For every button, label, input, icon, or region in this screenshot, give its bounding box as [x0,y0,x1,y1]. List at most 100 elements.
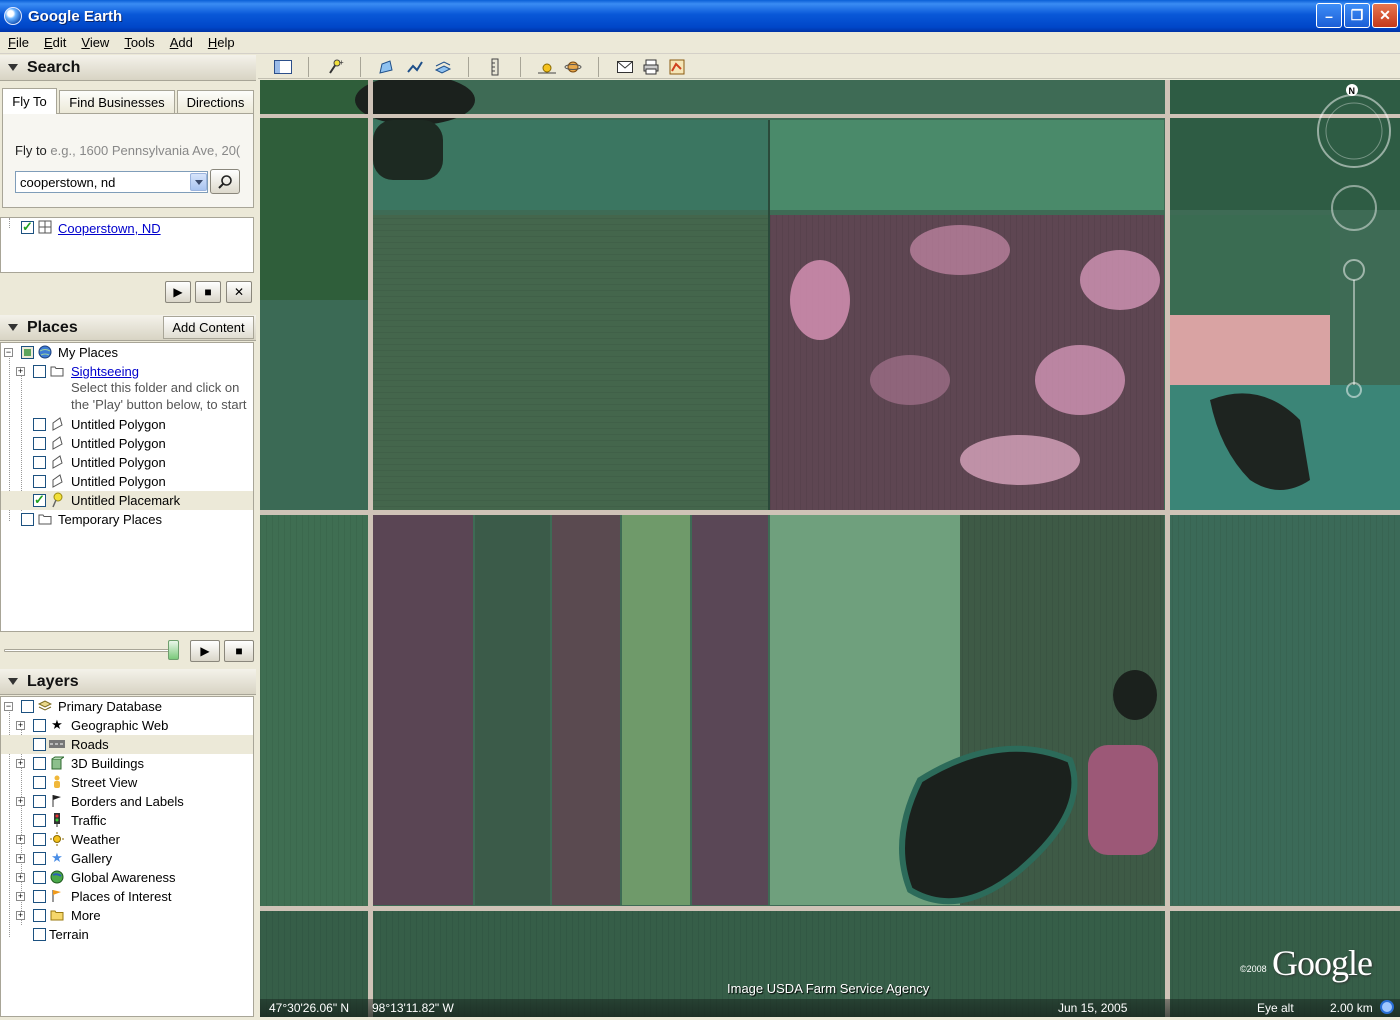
temporary-places-checkbox[interactable] [21,513,34,526]
tour-stop-button[interactable]: ■ [224,640,254,662]
print-icon[interactable] [642,58,660,76]
ruler-icon[interactable] [486,58,504,76]
layer-label: Global Awareness [71,870,176,885]
sightseeing-checkbox[interactable] [33,365,46,378]
layer-checkbox[interactable] [33,890,46,903]
result-checkbox[interactable] [21,219,34,235]
places-panel-header[interactable]: Places Add Content [0,315,256,341]
tree-item-primary-database[interactable]: − Primary Database [1,697,253,716]
chevron-down-icon[interactable] [190,173,207,191]
sunlight-icon[interactable] [538,58,556,76]
title-bar: Google Earth – ❐ ✕ [0,0,1400,32]
menu-file[interactable]: File [0,35,36,50]
tour-slider-thumb[interactable] [168,640,179,660]
placemark-label: Untitled Placemark [71,493,181,508]
close-button[interactable]: ✕ [1372,3,1398,28]
tree-item-layer[interactable]: + Places of Interest [1,887,253,906]
collapse-triangle-icon[interactable] [8,324,18,331]
result-link[interactable]: Cooperstown, ND [58,221,161,236]
my-places-checkbox[interactable] [21,346,34,359]
menu-view[interactable]: View [73,35,116,50]
play-button[interactable]: ▶ [165,281,191,303]
tree-item-layer[interactable]: Traffic [1,811,253,830]
stop-button[interactable]: ■ [195,281,221,303]
polygon-checkbox[interactable] [33,418,46,431]
places-panel-title: Places [27,318,78,336]
compass-icon[interactable]: N [1316,80,1400,410]
polygon-checkbox[interactable] [33,475,46,488]
polygon-icon [49,416,65,432]
search-results: Cooperstown, ND [0,217,254,273]
satellite-imagery[interactable] [260,80,1400,1017]
copyright-text: ©2008 [1240,964,1267,974]
minimize-button[interactable]: – [1316,3,1342,28]
maximize-button[interactable]: ❐ [1344,3,1370,28]
search-panel-header[interactable]: Search [0,55,256,81]
primary-database-checkbox[interactable] [21,700,34,713]
image-overlay-icon[interactable] [434,58,452,76]
tree-item-layer[interactable]: + ★ Gallery [1,849,253,868]
toolbar: + [258,55,1400,79]
layer-checkbox[interactable] [33,719,46,732]
tree-item-layer[interactable]: + Weather [1,830,253,849]
placemark-checkbox[interactable] [33,492,46,508]
polygon-checkbox[interactable] [33,456,46,469]
placemark-tool-icon[interactable]: + [326,58,344,76]
tree-item-my-places[interactable]: − My Places [1,343,253,362]
tab-directions[interactable]: Directions [177,90,254,113]
search-panel-title: Search [27,58,81,76]
tree-item-polygon[interactable]: Untitled Polygon [1,472,253,491]
layer-checkbox[interactable] [33,909,46,922]
tree-item-polygon[interactable]: Untitled Polygon [1,434,253,453]
layer-checkbox[interactable] [33,852,46,865]
layer-label: Street View [71,775,138,790]
menu-tools[interactable]: Tools [116,35,161,50]
tree-item-temporary-places[interactable]: Temporary Places [1,510,253,529]
tab-fly-to[interactable]: Fly To [2,88,57,114]
layer-checkbox[interactable] [33,814,46,827]
terrain-label: Terrain [49,927,89,942]
tree-item-layer[interactable]: Street View [1,773,253,792]
layer-checkbox[interactable] [33,871,46,884]
tree-item-polygon[interactable]: Untitled Polygon [1,415,253,434]
collapse-triangle-icon[interactable] [8,678,18,685]
tree-item-layer[interactable]: + Global Awareness [1,868,253,887]
layer-checkbox[interactable] [33,776,46,789]
menu-help[interactable]: Help [200,35,242,50]
polygon-tool-icon[interactable] [378,58,396,76]
email-icon[interactable] [616,58,634,76]
menu-edit[interactable]: Edit [36,35,73,50]
path-tool-icon[interactable] [406,58,424,76]
tree-item-terrain[interactable]: Terrain [1,925,253,944]
tree-item-layer[interactable]: + 3D Buildings [1,754,253,773]
layer-label: Weather [71,832,120,847]
map-view[interactable]: N Image USDA Farm Service Agency ©2008 G… [260,80,1400,1017]
layer-checkbox[interactable] [33,757,46,770]
clear-button[interactable]: ✕ [226,281,252,303]
collapse-triangle-icon[interactable] [8,64,18,71]
tree-item-layer[interactable]: + More [1,906,253,925]
layer-checkbox[interactable] [33,795,46,808]
layer-checkbox[interactable] [33,738,46,751]
planet-icon[interactable] [564,58,582,76]
search-button[interactable] [210,169,240,194]
terrain-checkbox[interactable] [33,928,46,941]
tree-item-placemark[interactable]: Untitled Placemark [1,491,253,510]
sidebar-toggle-icon[interactable] [274,58,292,76]
sightseeing-label[interactable]: Sightseeing [71,364,139,379]
tree-item-layer[interactable]: Roads [1,735,253,754]
menu-add[interactable]: Add [162,35,200,50]
add-content-button[interactable]: Add Content [163,316,254,339]
layers-panel-header[interactable]: Layers [0,669,256,695]
view-in-maps-icon[interactable] [668,58,686,76]
tree-item-layer[interactable]: + ★ Geographic Web [1,716,253,735]
tour-slider-track[interactable] [4,649,179,652]
tree-item-layer[interactable]: + Borders and Labels [1,792,253,811]
tree-item-polygon[interactable]: Untitled Polygon [1,453,253,472]
tour-play-button[interactable]: ▶ [190,640,220,662]
tab-find-businesses[interactable]: Find Businesses [59,90,175,113]
fly-to-input[interactable]: cooperstown, nd [15,171,208,193]
layer-checkbox[interactable] [33,833,46,846]
polygon-checkbox[interactable] [33,437,46,450]
globe-icon [37,344,53,360]
